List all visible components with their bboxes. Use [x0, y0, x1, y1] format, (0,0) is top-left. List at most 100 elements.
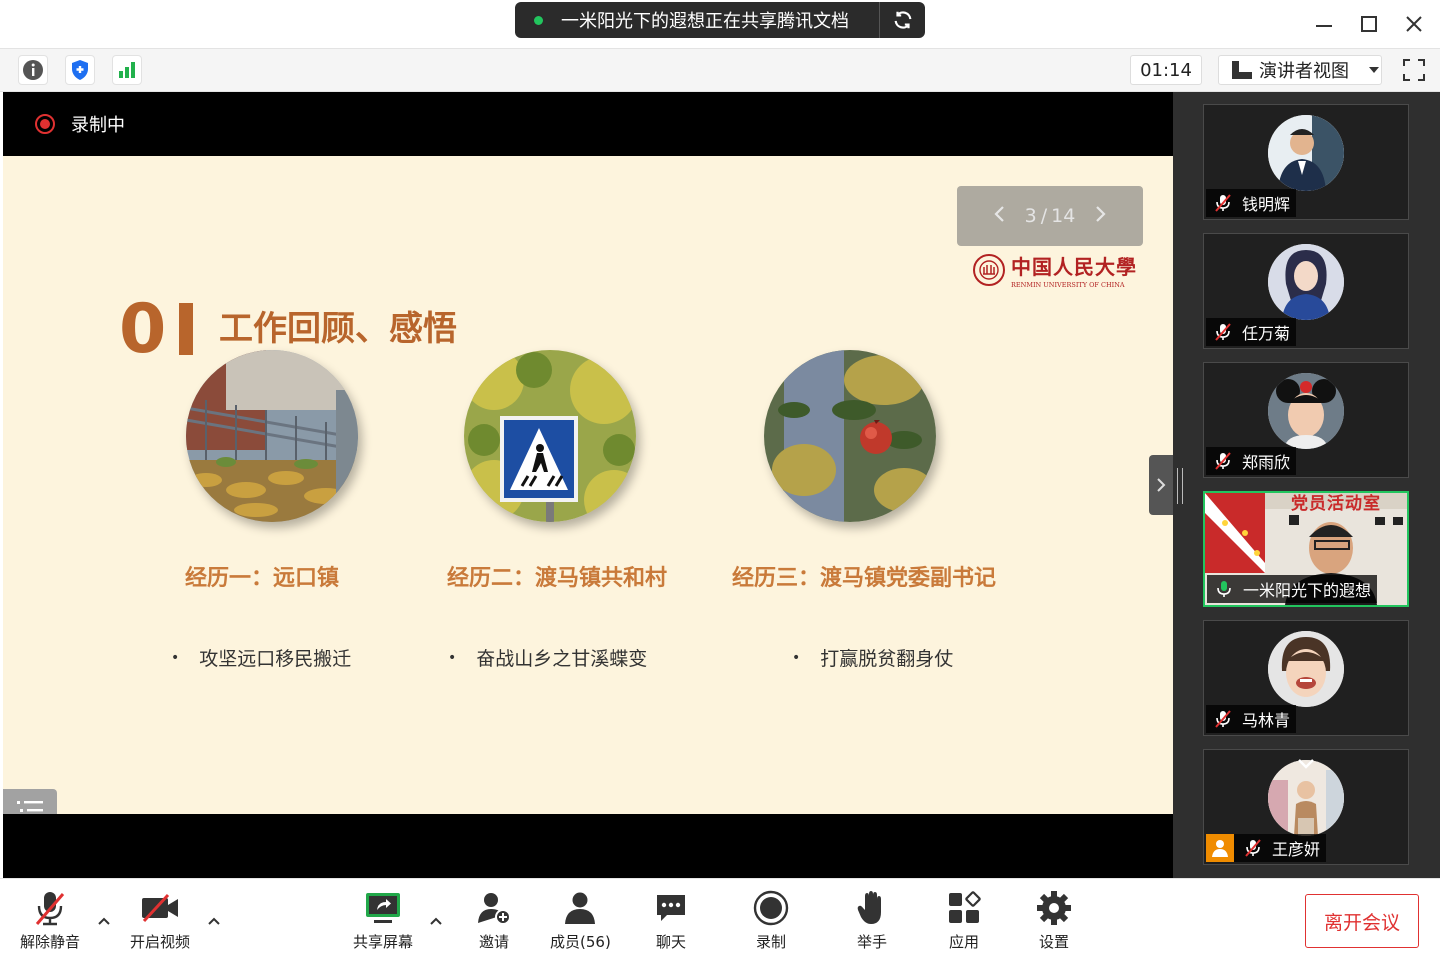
slide-pager: 3 / 14 — [957, 186, 1143, 246]
security-button[interactable] — [65, 55, 95, 85]
avatar — [1268, 631, 1344, 707]
participant-name: 马林青 — [1242, 711, 1291, 730]
avatar — [1268, 244, 1344, 320]
sharing-banner-text: 一米阳光下的遐想正在共享腾讯文档 — [561, 11, 849, 32]
slide-page-separator: / — [1040, 205, 1048, 227]
participant-name-tag: 马林青 — [1206, 705, 1297, 733]
university-name-en: RENMIN UNIVERSITY OF CHINA — [1011, 281, 1125, 289]
user-icon — [1206, 834, 1234, 862]
leave-meeting-button[interactable]: 离开会议 — [1305, 894, 1419, 948]
bullet-dot: • — [792, 649, 801, 666]
university-seal-icon — [973, 254, 1005, 286]
participant-name-tag: 任万菊 — [1206, 318, 1297, 346]
experience-bullet-text-1: 攻坚远口移民搬迁 — [199, 648, 352, 670]
maximize-button[interactable] — [1349, 6, 1389, 42]
record-button[interactable]: 录制 — [751, 889, 791, 952]
participant-tile-4[interactable]: 党员活动室 一米阳光下的遐想 — [1203, 491, 1409, 607]
meeting-timer: 01:14 — [1130, 55, 1202, 85]
apps-label: 应用 — [948, 933, 979, 951]
signal-icon — [119, 62, 135, 78]
participant-name-tag: 一米阳光下的遐想 — [1207, 575, 1378, 603]
chevron-up-icon — [98, 917, 110, 925]
participant-name-tag: 钱明辉 — [1206, 189, 1297, 217]
recording-indicator: 录制中 — [3, 92, 1173, 156]
settings-button[interactable]: 设置 — [1034, 889, 1074, 952]
network-status-button[interactable] — [112, 55, 142, 85]
table-of-contents-button[interactable] — [3, 789, 57, 814]
refresh-share-button[interactable] — [880, 9, 925, 31]
participant-video-banner: 党员活动室 — [1291, 494, 1381, 514]
close-window-button[interactable] — [1394, 6, 1434, 42]
chevron-up-icon — [430, 917, 442, 925]
presentation-slide: 3 / 14 中国人民大學 RENMIN UNIVERSITY OF CHINA… — [3, 156, 1173, 814]
share-screen-button[interactable]: 共享屏幕 — [353, 889, 413, 952]
members-label: 成员(56) — [550, 933, 611, 951]
chevron-right-icon — [1096, 205, 1106, 222]
participant-tile-1[interactable]: 钱明辉 — [1203, 104, 1409, 220]
start-video-button[interactable]: 开启视频 — [130, 889, 190, 952]
chevron-left-icon — [994, 205, 1004, 222]
bullet-dot: • — [448, 649, 457, 666]
raise-hand-button[interactable]: 举手 — [852, 889, 892, 952]
fullscreen-button[interactable] — [1398, 55, 1430, 85]
share-options-caret[interactable] — [428, 913, 444, 929]
bullet-dot: • — [171, 649, 180, 666]
avatar — [1268, 115, 1344, 191]
add-user-icon — [474, 889, 514, 927]
shared-screen-area: 录制中 3 / 14 中国人民大學 RENMIN UNIVERSITY OF C… — [3, 92, 1173, 878]
collapse-gallery-button[interactable] — [1149, 455, 1173, 515]
unmute-button[interactable]: 解除静音 — [20, 889, 80, 952]
university-name-cn: 中国人民大學 — [1011, 255, 1137, 279]
apps-button[interactable]: 应用 — [944, 889, 984, 952]
chat-icon — [651, 889, 691, 927]
refresh-icon — [894, 11, 911, 29]
members-icon — [560, 889, 600, 927]
participant-name: 任万菊 — [1242, 324, 1291, 343]
experience-photo-1 — [186, 350, 358, 522]
video-off-icon — [140, 889, 180, 927]
chat-button[interactable]: 聊天 — [651, 889, 691, 952]
mic-active-icon — [1213, 578, 1235, 600]
members-button[interactable]: 成员(56) — [550, 889, 611, 952]
university-logo: 中国人民大學 RENMIN UNIVERSITY OF CHINA — [973, 251, 1137, 289]
recording-icon — [35, 114, 55, 134]
experience-bullet-text-3: 打赢脱贫翻身仗 — [820, 648, 954, 670]
audio-options-caret[interactable] — [96, 913, 112, 929]
invite-button[interactable]: 邀请 — [474, 889, 514, 952]
scroll-down-button[interactable] — [1268, 758, 1344, 782]
participant-name: 钱明辉 — [1242, 195, 1291, 214]
chevron-down-icon — [1369, 67, 1379, 73]
experience-photo-3 — [764, 350, 936, 522]
meeting-controls-bar: 解除静音 开启视频 共享屏幕 邀请 成员(56) 聊天 录制 举手 应用 设置 … — [0, 878, 1440, 960]
experience-bullet-text-2: 奋战山乡之甘溪蝶变 — [476, 648, 648, 670]
share-screen-label: 共享屏幕 — [353, 933, 414, 951]
participant-tile-3[interactable]: 郑雨欣 — [1203, 362, 1409, 478]
unmute-label: 解除静音 — [20, 933, 81, 951]
meeting-info-button[interactable] — [18, 55, 48, 85]
video-options-caret[interactable] — [206, 913, 222, 929]
sharing-banner: 一米阳光下的遐想正在共享腾讯文档 — [515, 2, 925, 38]
experience-photo-2 — [464, 350, 636, 522]
mic-muted-icon — [1212, 450, 1234, 472]
next-slide-button[interactable] — [1081, 204, 1121, 229]
participant-tile-6[interactable]: 王彦妍 — [1203, 749, 1409, 865]
participant-name: 一米阳光下的遐想 — [1243, 581, 1372, 600]
view-mode-dropdown[interactable]: 演讲者视图 — [1218, 55, 1382, 85]
meeting-toolbar: 01:14 演讲者视图 — [0, 48, 1440, 92]
chevron-up-icon — [208, 917, 220, 925]
chevron-right-icon — [1157, 478, 1166, 492]
experience-bullet-2: • 奋战山乡之甘溪蝶变 — [448, 644, 647, 671]
gallery-resize-handle[interactable] — [1177, 468, 1183, 504]
participant-name: 王彦妍 — [1272, 840, 1321, 859]
minimize-button[interactable] — [1304, 6, 1344, 42]
apps-icon — [944, 889, 984, 927]
list-icon — [17, 801, 43, 812]
prev-slide-button[interactable] — [979, 204, 1019, 229]
participant-tile-5[interactable]: 马林青 — [1203, 620, 1409, 736]
sharing-status-dot — [534, 15, 543, 25]
participant-name: 郑雨欣 — [1242, 453, 1291, 472]
participant-tile-2[interactable]: 任万菊 — [1203, 233, 1409, 349]
experience-title-3: 经历三：渡马镇党委副书记 — [732, 566, 997, 591]
experience-bullet-1: • 攻坚远口移民搬迁 — [171, 644, 351, 671]
chat-label: 聊天 — [655, 933, 686, 951]
